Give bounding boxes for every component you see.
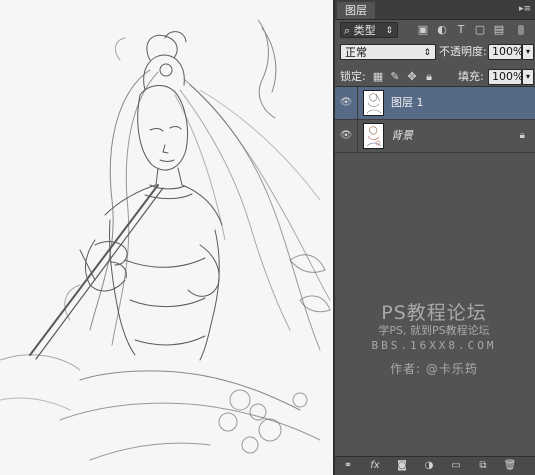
opacity-input[interactable]: 100%: [488, 44, 523, 60]
visibility-eye-icon[interactable]: 👁︎: [339, 129, 353, 143]
blend-mode-value: 正常: [345, 46, 367, 59]
lock-transparent-icon[interactable]: ▦: [371, 70, 385, 84]
layer-style-fx-icon[interactable]: fx: [368, 459, 382, 473]
opacity-label: 不透明度:: [439, 45, 487, 58]
layer-name[interactable]: 背景: [391, 129, 413, 143]
add-mask-icon[interactable]: ◙: [395, 459, 409, 473]
watermark-author: 作者: @卡乐筠: [390, 362, 478, 376]
shape-filter-icon[interactable]: ▢: [473, 23, 487, 37]
lock-label: 锁定:: [340, 70, 366, 83]
layer-filter-kind-select[interactable]: ⌕ 类型 ⇕: [340, 22, 398, 38]
layer-row-background[interactable]: 👁︎ 背景 🔒︎: [335, 120, 535, 153]
type-filter-icon[interactable]: T: [454, 23, 468, 37]
lock-position-icon[interactable]: ✥: [405, 70, 419, 84]
blend-mode-select[interactable]: 正常 ⇕: [340, 44, 436, 60]
panel-tab-bar: 图层 ▸≡: [335, 0, 535, 20]
layer-lock-icon: 🔒︎: [519, 130, 525, 141]
fill-input[interactable]: 100%: [488, 69, 523, 85]
layer-row-layer1[interactable]: 👁︎ 图层 1: [335, 87, 535, 120]
filter-kind-label: 类型: [353, 24, 376, 37]
new-layer-icon[interactable]: ⧉: [476, 459, 490, 473]
fill-label: 填充:: [458, 70, 484, 83]
watermark-subtitle: 学PS, 就到PS教程论坛: [378, 324, 490, 337]
layers-list: 👁︎ 图层 1 👁︎ 背景 🔒︎: [335, 86, 535, 153]
image-filter-icon[interactable]: ▣: [416, 23, 430, 37]
layer-thumbnail: [363, 90, 384, 116]
new-adjustment-icon[interactable]: ◑: [422, 459, 436, 473]
opacity-dropdown-button[interactable]: ▾: [522, 44, 534, 60]
lock-image-icon[interactable]: ✎: [388, 70, 402, 84]
new-group-icon[interactable]: ▭: [449, 459, 463, 473]
delete-layer-icon[interactable]: 🗑︎: [503, 459, 517, 473]
filter-toggle-icon[interactable]: [516, 23, 526, 37]
chevron-updown-icon: ⇕: [423, 48, 431, 58]
watermark-url: BBS.16XX8.COM: [371, 339, 497, 352]
divider: [357, 87, 358, 119]
link-layers-icon[interactable]: ⚭: [341, 459, 355, 473]
layer-thumbnail: [363, 123, 384, 149]
chevron-updown-icon: ⇕: [385, 26, 393, 36]
fill-dropdown-button[interactable]: ▾: [522, 69, 534, 85]
adjustment-filter-icon[interactable]: ◐: [435, 23, 449, 37]
divider: [357, 120, 358, 152]
pencil-sketch-artwork: [0, 19, 331, 461]
smart-object-filter-icon[interactable]: ▤: [492, 23, 506, 37]
layers-panel: 图层 ▸≡ ⌕ 类型 ⇕ ▣ ◐ T ▢ ▤ 正常 ⇕ 不透明度: 100% ▾…: [333, 0, 535, 475]
search-icon: ⌕: [344, 24, 354, 37]
watermark-title: PS教程论坛: [381, 302, 487, 324]
layers-panel-toolbar: ⚭ fx ◙ ◑ ▭ ⧉ 🗑︎: [335, 456, 535, 475]
layer-name[interactable]: 图层 1: [391, 96, 424, 110]
tab-layers[interactable]: 图层: [337, 2, 375, 19]
visibility-eye-icon[interactable]: 👁︎: [339, 96, 353, 110]
panel-menu-icon[interactable]: ▸≡: [519, 3, 531, 15]
lock-all-icon[interactable]: 🔒︎: [422, 70, 436, 84]
document-canvas[interactable]: [0, 0, 333, 475]
